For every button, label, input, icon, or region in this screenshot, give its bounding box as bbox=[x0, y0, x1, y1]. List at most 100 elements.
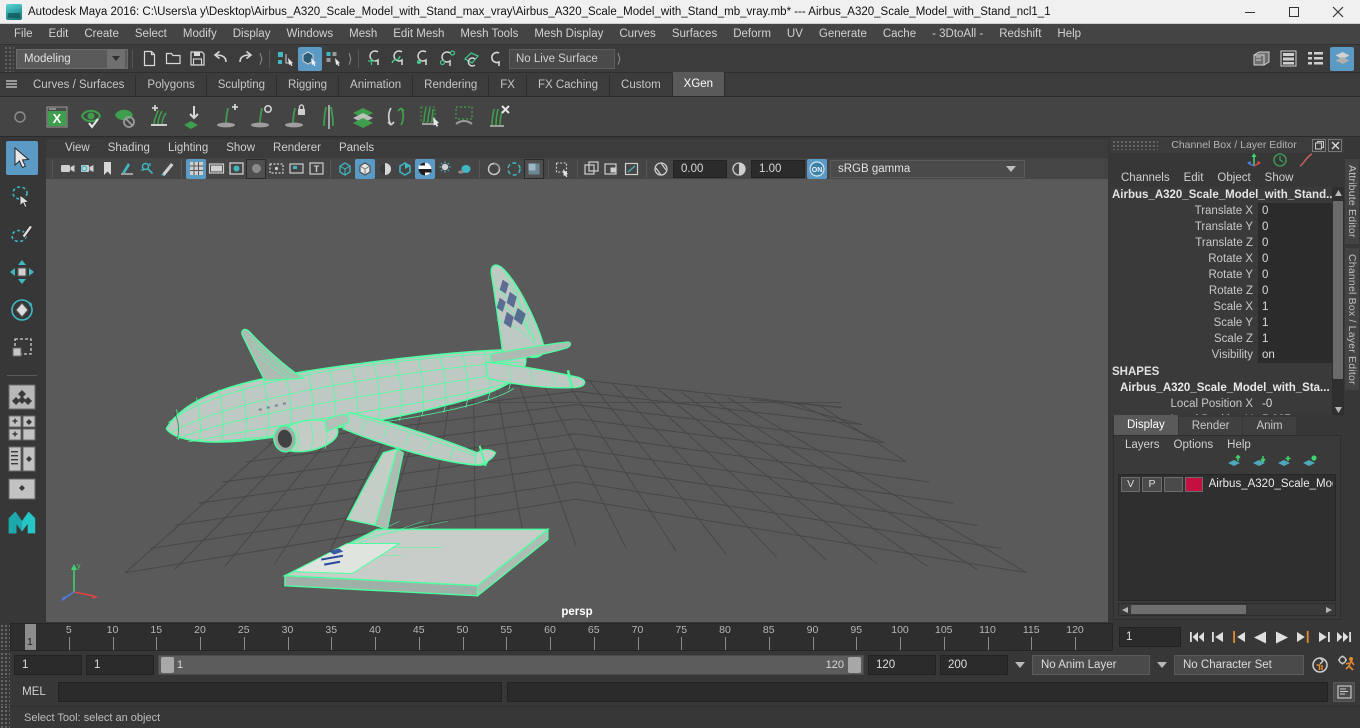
maximize-button[interactable] bbox=[1272, 0, 1316, 24]
channel-row[interactable]: Local Position X -0 bbox=[1110, 396, 1332, 412]
channel-row[interactable]: Rotate X 0 bbox=[1110, 251, 1332, 267]
animation-end-time-field[interactable]: 200 bbox=[940, 655, 1008, 675]
xgen-region-select-icon[interactable] bbox=[448, 100, 482, 134]
anim-layer-dropdown-arrow[interactable] bbox=[1012, 655, 1028, 675]
safe-action-icon[interactable] bbox=[286, 159, 306, 179]
xgen-add-guide-icon[interactable] bbox=[210, 100, 244, 134]
layer-playback-toggle[interactable]: P bbox=[1142, 476, 1162, 492]
channel-row[interactable]: Rotate Y 0 bbox=[1110, 267, 1332, 283]
help-line-gripper[interactable] bbox=[0, 704, 10, 728]
auto-key-icon[interactable] bbox=[1308, 654, 1332, 676]
tab-display[interactable]: Display bbox=[1114, 415, 1178, 435]
layer-visibility-toggle[interactable]: V bbox=[1121, 476, 1141, 492]
command-line-gripper[interactable] bbox=[0, 679, 10, 705]
channel-value[interactable]: 0 bbox=[1258, 267, 1332, 283]
view-transform-dropdown[interactable]: sRGB gamma bbox=[830, 159, 1025, 178]
color-management-icon[interactable]: ON bbox=[807, 158, 827, 179]
range-end-handle[interactable] bbox=[848, 657, 861, 673]
menu-item-deform[interactable]: Deform bbox=[725, 24, 779, 45]
channel-value[interactable]: 0 bbox=[1258, 203, 1332, 219]
panel-close-icon[interactable] bbox=[1328, 138, 1342, 152]
grease-pencil-icon[interactable] bbox=[157, 159, 177, 179]
menu-item-create[interactable]: Create bbox=[76, 24, 127, 45]
menu-item-display[interactable]: Display bbox=[225, 24, 279, 45]
panel-undock-icon[interactable] bbox=[1312, 138, 1326, 152]
channel-row[interactable]: Local Position Y 5.667 bbox=[1110, 412, 1332, 415]
vtab-attribute-editor[interactable]: Attribute Editor bbox=[1345, 159, 1359, 244]
go-to-start-icon[interactable] bbox=[1187, 626, 1207, 648]
flat-shade-icon[interactable] bbox=[395, 159, 415, 179]
minimize-button[interactable] bbox=[1228, 0, 1272, 24]
shelf-tab-animation[interactable]: Animation bbox=[339, 75, 414, 96]
channel-box-menu-channels[interactable]: Channels bbox=[1114, 169, 1177, 187]
scrollbar-thumb[interactable] bbox=[1333, 201, 1343, 379]
redo-icon[interactable] bbox=[233, 47, 257, 71]
channel-value[interactable]: 1 bbox=[1258, 315, 1332, 331]
channel-row[interactable]: Scale Y 1 bbox=[1110, 315, 1332, 331]
use-all-lights-icon[interactable] bbox=[415, 158, 435, 179]
step-forward-frame-icon[interactable] bbox=[1292, 626, 1312, 648]
motion-blur-icon[interactable] bbox=[484, 159, 504, 179]
layer-menu-layers[interactable]: Layers bbox=[1118, 436, 1167, 454]
smooth-shade-selected-icon[interactable] bbox=[375, 159, 395, 179]
time-slider-gripper[interactable] bbox=[0, 624, 10, 650]
xgen-guide-visibility-icon[interactable] bbox=[108, 100, 142, 134]
create-layer-from-selected-icon[interactable] bbox=[1302, 455, 1318, 471]
character-set-dropdown-arrow[interactable] bbox=[1154, 655, 1170, 675]
close-button[interactable] bbox=[1316, 0, 1360, 24]
xgen-convert-icon[interactable] bbox=[380, 100, 414, 134]
snap-to-point-icon[interactable] bbox=[411, 47, 435, 71]
snap-to-projected-center-icon[interactable] bbox=[435, 47, 459, 71]
menu-item-modify[interactable]: Modify bbox=[175, 24, 225, 45]
isolate-select-icon[interactable] bbox=[553, 159, 573, 179]
scroll-track[interactable] bbox=[1131, 605, 1323, 614]
exposure-field[interactable]: 0.00 bbox=[673, 159, 727, 178]
select-by-hierarchy-icon[interactable] bbox=[274, 47, 298, 71]
menu-item-edit[interactable]: Edit bbox=[41, 24, 77, 45]
move-layer-down-icon[interactable] bbox=[1252, 455, 1268, 471]
current-frame-field[interactable]: 1 bbox=[1119, 627, 1181, 647]
step-back-keyframe-icon[interactable] bbox=[1208, 626, 1228, 648]
channel-row[interactable]: Translate Z 0 bbox=[1110, 235, 1332, 251]
go-to-end-icon[interactable] bbox=[1334, 626, 1354, 648]
move-axis-icon[interactable] bbox=[1246, 152, 1262, 171]
menu-item-3dtoall[interactable]: - 3DtoAll - bbox=[924, 24, 991, 45]
menu-item-mesh-display[interactable]: Mesh Display bbox=[526, 24, 611, 45]
menu-item-surfaces[interactable]: Surfaces bbox=[664, 24, 725, 45]
menu-item-help[interactable]: Help bbox=[1049, 24, 1089, 45]
viewport-menu-renderer[interactable]: Renderer bbox=[264, 139, 330, 157]
select-by-component-type-icon[interactable] bbox=[322, 47, 346, 71]
create-new-layer-icon[interactable] bbox=[1277, 455, 1293, 471]
character-set-dropdown[interactable]: No Character Set bbox=[1174, 655, 1304, 675]
channel-value[interactable]: 0 bbox=[1258, 283, 1332, 299]
script-editor-icon[interactable] bbox=[1333, 682, 1355, 702]
film-origin-icon[interactable] bbox=[266, 159, 286, 179]
menu-item-windows[interactable]: Windows bbox=[278, 24, 341, 45]
rotate-tool[interactable] bbox=[6, 293, 38, 327]
rotate-clock-icon[interactable] bbox=[1272, 152, 1288, 171]
range-slider-gripper[interactable] bbox=[0, 652, 10, 678]
range-end-time-field[interactable]: 120 bbox=[868, 655, 936, 675]
scrollbar-thumb[interactable] bbox=[1131, 605, 1247, 614]
layer-menu-options[interactable]: Options bbox=[1167, 436, 1221, 454]
ao-icon[interactable] bbox=[455, 159, 475, 179]
panel-copy-icon[interactable] bbox=[582, 159, 602, 179]
select-camera-icon[interactable] bbox=[57, 159, 77, 179]
animation-preferences-icon[interactable] bbox=[1336, 654, 1360, 676]
panel-maximize-icon[interactable] bbox=[622, 159, 642, 179]
time-slider[interactable]: 1 5 10 15 20 25 30 35 40 45 50 55 60 65 70 75 80 85 90 95 1… bbox=[10, 623, 1113, 651]
step-forward-keyframe-icon[interactable] bbox=[1313, 626, 1333, 648]
attribute-editor-icon[interactable] bbox=[1276, 47, 1300, 71]
gate-mask-icon[interactable] bbox=[246, 158, 266, 179]
xgen-select-guide-icon[interactable] bbox=[414, 100, 448, 134]
range-start-handle[interactable] bbox=[161, 657, 174, 673]
channel-row[interactable]: Translate Y 0 bbox=[1110, 219, 1332, 235]
scroll-left-icon[interactable] bbox=[1119, 604, 1131, 615]
resolution-gate-icon[interactable] bbox=[226, 159, 246, 179]
scale-tool[interactable] bbox=[6, 331, 38, 365]
menu-item-edit-mesh[interactable]: Edit Mesh bbox=[385, 24, 452, 45]
xgen-import-collection-icon[interactable] bbox=[176, 100, 210, 134]
shelf-tab-curves-surfaces[interactable]: Curves / Surfaces bbox=[22, 75, 137, 96]
anim-layer-dropdown[interactable]: No Anim Layer bbox=[1032, 655, 1150, 675]
xgen-preview-guide-icon[interactable] bbox=[244, 100, 278, 134]
